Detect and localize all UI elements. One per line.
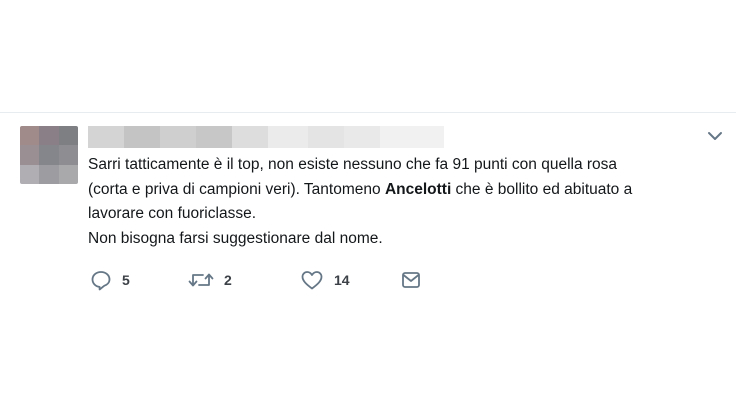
heart-icon xyxy=(300,269,324,291)
tweet-line-4: Non bisogna farsi suggestionare dal nome… xyxy=(88,229,383,247)
reply-icon xyxy=(90,269,112,291)
like-count: 14 xyxy=(334,272,350,288)
author-name-blurred[interactable] xyxy=(88,126,444,148)
tweet-actions: 5 2 14 xyxy=(90,268,422,292)
like-button[interactable]: 14 xyxy=(300,269,400,291)
tweet-text: Sarri tatticamente è il top, non esiste … xyxy=(88,153,718,251)
direct-message-button[interactable] xyxy=(400,269,422,291)
retweet-icon xyxy=(188,269,214,291)
tweet-line-2-end: che è bollito ed abituato a xyxy=(451,180,633,198)
reply-count: 5 xyxy=(122,272,130,288)
chevron-down-icon[interactable] xyxy=(706,129,724,143)
tweet-line-2: (corta e priva di campioni veri). Tantom… xyxy=(88,178,718,203)
retweet-count: 2 xyxy=(224,272,232,288)
envelope-icon xyxy=(400,269,422,291)
avatar[interactable] xyxy=(20,126,78,184)
tweet-line-3: lavorare con fuoriclasse. xyxy=(88,205,256,222)
tweet-line-1: Sarri tatticamente è il top, non esiste … xyxy=(88,156,618,173)
retweet-button[interactable]: 2 xyxy=(188,269,300,291)
reply-button[interactable]: 5 xyxy=(90,269,188,291)
tweet-line-2-start: (corta e priva di campioni veri). Tantom… xyxy=(88,180,385,198)
mention-ancelotti: Ancelotti xyxy=(384,180,452,198)
top-divider xyxy=(0,112,736,113)
